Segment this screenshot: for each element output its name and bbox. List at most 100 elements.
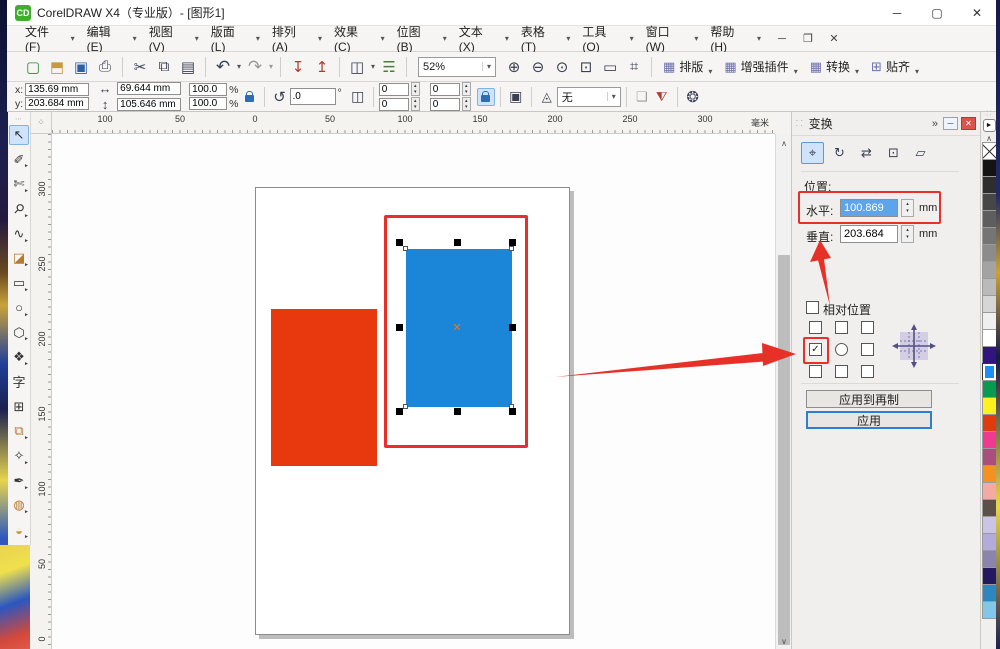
menu-tools[interactable]: 工具(O): [578, 21, 619, 56]
launcher-dropdown-icon[interactable]: ▾: [371, 62, 375, 71]
import-icon[interactable]: ↧: [286, 55, 310, 79]
color-swatch[interactable]: [981, 584, 997, 602]
spinner-icon[interactable]: ▴ ▾: [410, 82, 420, 96]
close-button[interactable]: ✕: [957, 1, 997, 25]
vertical-value-input[interactable]: [840, 225, 898, 243]
basic-shapes-tool[interactable]: ❖ ►: [9, 347, 29, 367]
menu-table[interactable]: 表格(T): [517, 21, 557, 56]
scroll-up-icon[interactable]: ∧: [776, 136, 792, 151]
menu-arrange[interactable]: 排列(A): [268, 21, 308, 56]
horizontal-ruler[interactable]: 100 50 0 50 100 150 200 250 300 毫米: [52, 112, 775, 134]
color-swatch[interactable]: [981, 329, 997, 347]
outline-width-combobox[interactable]: 无 ▾: [556, 86, 621, 107]
pick-tool[interactable]: ↖: [9, 125, 29, 145]
object-y-input[interactable]: [25, 97, 90, 110]
application-launcher-icon[interactable]: ◫: [345, 55, 369, 79]
anchor-checkbox-top-center[interactable]: [835, 321, 848, 334]
zoom-out-icon[interactable]: ⊖: [526, 55, 550, 79]
position-mode-button[interactable]: ⌖: [801, 142, 824, 164]
anchor-checkbox-top-left[interactable]: [809, 321, 822, 334]
corner-radius-bl-input[interactable]: [378, 97, 409, 111]
undo-icon[interactable]: ↶: [211, 55, 235, 79]
to-back-icon[interactable]: ⧨: [652, 89, 672, 105]
scale-mirror-mode-button[interactable]: ⇄: [855, 142, 878, 164]
scale-y-input[interactable]: [189, 97, 228, 110]
docker-close-button[interactable]: ✕: [961, 117, 976, 130]
print-icon[interactable]: ⎙: [93, 55, 117, 79]
color-swatch[interactable]: [981, 193, 997, 211]
doc-restore-button[interactable]: ❐: [795, 29, 821, 49]
menu-window[interactable]: 窗口(W): [642, 21, 685, 56]
color-swatch[interactable]: [981, 227, 997, 245]
selection-handle-tl[interactable]: [396, 239, 403, 246]
ellipse-tool[interactable]: ○ ►: [9, 298, 29, 317]
zoom-level-combobox[interactable]: 52% ▾: [418, 56, 497, 77]
corner-radius-tr-input[interactable]: [429, 82, 460, 96]
spinner-icon[interactable]: ▴ ▾: [461, 97, 471, 111]
menu-text[interactable]: 文本(X): [455, 21, 495, 56]
mirror-buttons-icon[interactable]: ◫: [348, 88, 368, 105]
palette-flyout-icon[interactable]: ►: [982, 119, 996, 132]
convert-plugin-button[interactable]: ▦ 转换 ▾: [810, 58, 859, 77]
anchor-checkbox-middle-right[interactable]: [861, 343, 874, 356]
color-swatch[interactable]: [981, 601, 997, 619]
drawing-canvas[interactable]: ✕: [52, 134, 775, 649]
doc-minimize-button[interactable]: ─: [769, 29, 795, 49]
doc-close-button[interactable]: ✕: [821, 29, 847, 49]
smart-fill-tool[interactable]: ◪ ►: [9, 249, 29, 268]
rotation-angle-input[interactable]: [289, 88, 336, 105]
color-swatch[interactable]: [981, 295, 997, 313]
color-swatch[interactable]: [981, 550, 997, 568]
copy-icon[interactable]: ⧉: [152, 55, 176, 79]
color-swatch[interactable]: [981, 431, 997, 449]
undo-dropdown-icon[interactable]: ▾: [237, 62, 241, 71]
zoom-to-width-icon[interactable]: ⌗: [622, 55, 646, 79]
corner-radius-tl-input[interactable]: [378, 82, 409, 96]
object-corner-node[interactable]: [403, 246, 408, 251]
color-swatch[interactable]: [981, 278, 997, 296]
object-height-input[interactable]: [117, 98, 182, 111]
menu-bitmaps[interactable]: 位图(B): [393, 21, 433, 56]
save-icon[interactable]: ▣: [69, 55, 93, 79]
apply-button[interactable]: 应用: [806, 411, 932, 429]
new-document-icon[interactable]: ▢: [21, 55, 45, 79]
open-icon[interactable]: ⬒: [45, 55, 69, 79]
scroll-down-icon[interactable]: ∨: [776, 634, 792, 649]
color-swatch[interactable]: [981, 159, 997, 177]
snap-button[interactable]: ⊞ 贴齐 ▾: [871, 58, 919, 77]
color-swatch[interactable]: [981, 244, 997, 262]
selection-handle-b[interactable]: [454, 408, 461, 415]
object-width-input[interactable]: [117, 82, 182, 95]
relative-position-checkbox[interactable]: [806, 301, 819, 314]
polygon-tool[interactable]: ⬡ ►: [9, 323, 29, 343]
canvas-vertical-scrollbar[interactable]: ∧ ∨: [775, 134, 791, 649]
color-swatch[interactable]: [981, 414, 997, 432]
color-swatch[interactable]: [981, 448, 997, 466]
anchor-checkbox-bottom-center[interactable]: [835, 365, 848, 378]
spinner-icon[interactable]: ▴ ▾: [410, 97, 420, 111]
anchor-checkbox-bottom-left[interactable]: [809, 365, 822, 378]
rotate-mode-button[interactable]: ↻: [828, 142, 851, 164]
symmetry-icon[interactable]: ❂: [683, 88, 703, 106]
text-wrap-icon[interactable]: ▣: [506, 88, 526, 105]
color-swatch[interactable]: [981, 346, 997, 364]
anchor-checkbox-top-right[interactable]: [861, 321, 874, 334]
color-swatch[interactable]: [981, 397, 997, 415]
interactive-fill-tool[interactable]: ◒ ►: [9, 520, 29, 540]
docker-collapse-icon[interactable]: »: [932, 118, 938, 130]
anchor-radio-center[interactable]: [835, 343, 848, 356]
size-mode-button[interactable]: ⊡: [882, 142, 905, 164]
scale-x-input[interactable]: [189, 83, 228, 96]
options-icon[interactable]: ☴: [377, 55, 401, 79]
menu-help[interactable]: 帮助(H): [706, 21, 747, 56]
table-tool[interactable]: ⊞: [9, 397, 29, 417]
to-front-icon[interactable]: ❏: [632, 89, 652, 105]
zoom-in-icon[interactable]: ⊕: [502, 55, 526, 79]
color-swatch[interactable]: [981, 210, 997, 228]
minimize-button[interactable]: ─: [877, 1, 917, 25]
zoom-tool[interactable]: ⚲ ►: [9, 199, 29, 219]
color-swatch[interactable]: [981, 465, 997, 483]
layout-plugin-button[interactable]: ▦ 排版 ▾: [663, 58, 712, 77]
outline-pen-tool[interactable]: ✒ ►: [9, 471, 29, 491]
export-icon[interactable]: ↥: [310, 55, 334, 79]
